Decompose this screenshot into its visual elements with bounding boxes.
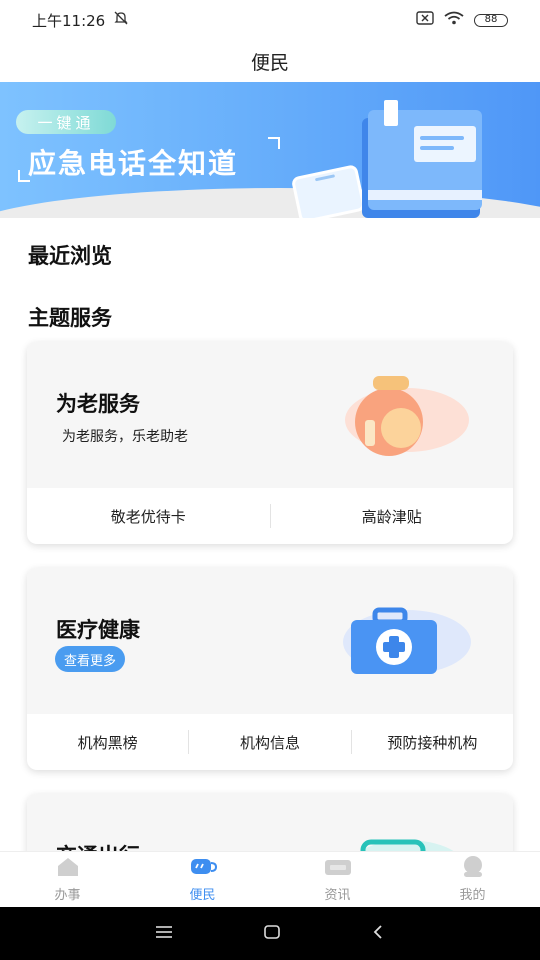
card-title: 为老服务: [56, 392, 140, 416]
tab-label: 我的: [459, 888, 486, 903]
elderly-services-card[interactable]: 为老服务 为老服务，乐老助老 敬老优待卡 高龄津贴: [27, 342, 513, 544]
back-icon[interactable]: [371, 924, 385, 944]
card-link-respect-card[interactable]: 敬老优待卡: [27, 506, 270, 527]
card-link-blacklist[interactable]: 机构黑榜: [27, 732, 188, 753]
building-icon: [56, 856, 80, 882]
medical-health-card[interactable]: 医疗健康 查看更多 机构黑榜 机构信息 预防接种机构: [27, 568, 513, 770]
card-link-elderly-allowance[interactable]: 高龄津贴: [271, 506, 514, 527]
tab-profile[interactable]: 我的: [405, 852, 540, 907]
profile-icon: [461, 856, 485, 882]
cup-icon: [189, 856, 217, 882]
tab-affairs[interactable]: 办事: [0, 852, 135, 907]
view-more-button[interactable]: 查看更多: [55, 646, 125, 672]
medical-kit-icon: [317, 602, 477, 686]
news-icon: [324, 856, 352, 882]
recent-browse-title: 最近浏览: [28, 244, 112, 268]
bracket-decoration: [268, 137, 280, 149]
tab-label: 资讯: [324, 888, 351, 903]
status-time: 上午11:26: [32, 11, 106, 30]
card-link-institution-info[interactable]: 机构信息: [189, 732, 350, 753]
tab-label: 办事: [54, 888, 81, 903]
card-subtitle: 为老服务，乐老助老: [62, 429, 188, 445]
menu-icon[interactable]: [155, 924, 173, 943]
tab-news[interactable]: 资讯: [270, 852, 405, 907]
elderly-illustration-icon: [317, 370, 477, 464]
sim-off-icon: [416, 11, 434, 29]
battery-icon: 88: [474, 13, 508, 27]
emergency-phone-banner[interactable]: 一键通 应急电话全知道: [0, 82, 540, 218]
card-link-vaccination[interactable]: 预防接种机构: [352, 732, 513, 753]
phonebook-illustration-icon: [354, 96, 494, 218]
status-bar: 上午11:26 88: [0, 0, 540, 40]
mute-bell-icon: [113, 10, 129, 30]
tab-convenience[interactable]: 便民: [135, 852, 270, 907]
bottom-tab-bar: 办事 便民 资讯 我的: [0, 851, 540, 907]
card-title: 医疗健康: [56, 618, 140, 642]
banner-title: 应急电话全知道: [28, 147, 239, 180]
home-icon[interactable]: [263, 924, 281, 944]
bracket-decoration: [18, 170, 30, 182]
topic-services-title: 主题服务: [28, 306, 112, 330]
tab-label: 便民: [189, 888, 216, 903]
page-title: 便民: [250, 51, 289, 74]
banner-tag: 一键通: [16, 110, 116, 134]
system-nav-bar: [0, 907, 540, 960]
wifi-icon: [444, 11, 464, 29]
